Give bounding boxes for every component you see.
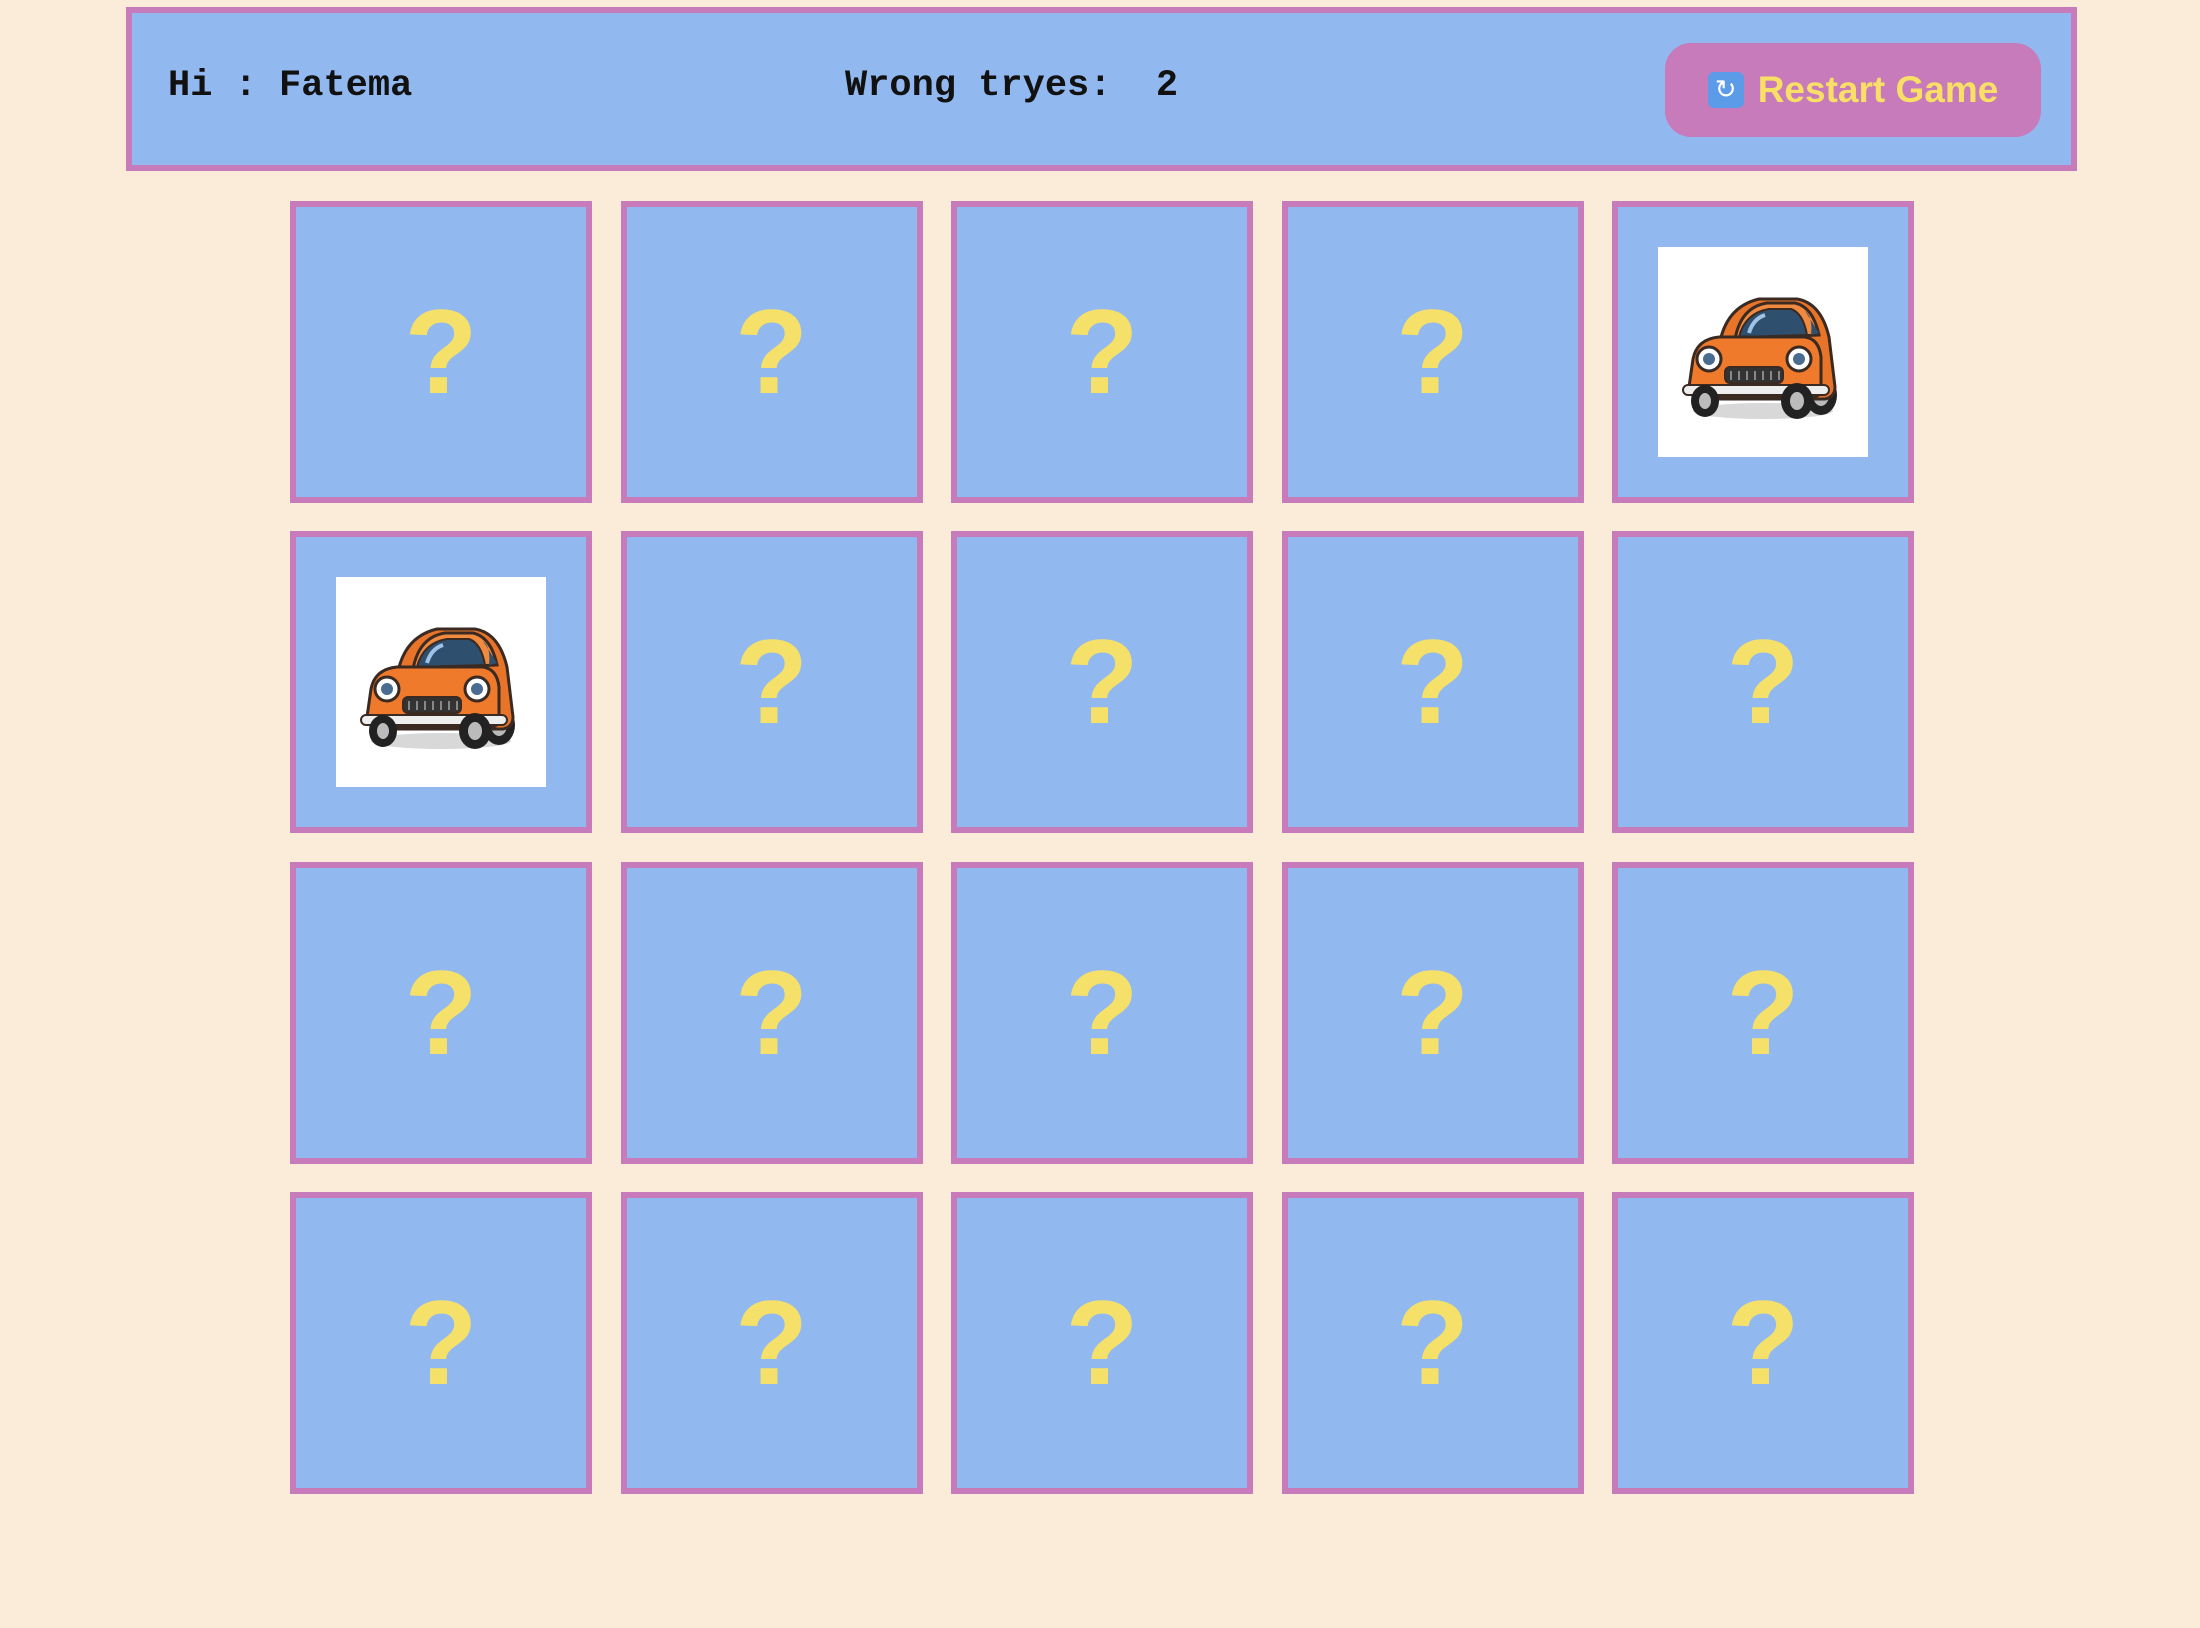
- memory-card-hidden[interactable]: ?: [1281, 1191, 1584, 1494]
- question-mark: ?: [1065, 285, 1139, 419]
- question-mark: ?: [1065, 615, 1139, 750]
- memory-card-hidden[interactable]: ?: [620, 861, 923, 1164]
- memory-card-hidden[interactable]: ?: [620, 201, 923, 503]
- question-mark: ?: [734, 285, 809, 419]
- question-mark: ?: [734, 1275, 809, 1410]
- memory-card-hidden[interactable]: ?: [951, 861, 1253, 1164]
- wrong-tries-count: 2: [1155, 65, 1179, 107]
- question-mark: ?: [1065, 1275, 1139, 1410]
- memory-card-hidden[interactable]: ?: [951, 201, 1253, 503]
- player-greeting: Hi : Fatema: [168, 65, 412, 107]
- question-mark: ?: [1065, 945, 1139, 1080]
- memory-card-revealed[interactable]: [290, 531, 592, 834]
- memory-card-hidden[interactable]: ?: [1281, 201, 1584, 503]
- question-mark: ?: [734, 945, 809, 1080]
- memory-card-hidden[interactable]: ?: [1281, 861, 1584, 1164]
- question-mark: ?: [1395, 1275, 1470, 1410]
- game-header: Hi : Fatema Wrong tryes: 2 ↻ Restart Gam…: [126, 7, 2077, 171]
- question-mark: ?: [1726, 1275, 1800, 1410]
- question-mark: ?: [734, 615, 809, 750]
- question-mark: ?: [1395, 945, 1470, 1080]
- memory-card-hidden[interactable]: ?: [290, 861, 592, 1164]
- memory-card-hidden[interactable]: ?: [290, 1191, 592, 1494]
- memory-card-hidden[interactable]: ?: [1612, 1191, 1914, 1494]
- memory-card-hidden[interactable]: ?: [1612, 861, 1914, 1164]
- memory-card-hidden[interactable]: ?: [951, 1191, 1253, 1494]
- memory-board: ???? ? ? ? ? ? ? ? ? ? ? ? ? ? ?: [290, 201, 1914, 1494]
- memory-card-hidden[interactable]: ?: [620, 531, 923, 834]
- question-mark: ?: [1395, 615, 1470, 750]
- restart-game-label: Restart Game: [1757, 69, 1999, 110]
- memory-card-hidden[interactable]: ?: [290, 201, 592, 503]
- wrong-tries-counter: Wrong tryes: 2: [845, 65, 1178, 107]
- memory-card-revealed[interactable]: [1612, 201, 1914, 503]
- question-mark: ?: [404, 1275, 478, 1410]
- refresh-icon: ↻: [1707, 72, 1744, 108]
- question-mark: ?: [1726, 945, 1800, 1080]
- car-icon: [336, 577, 546, 788]
- wrong-tries-label: Wrong tryes:: [845, 65, 1112, 107]
- question-mark: ?: [1726, 615, 1800, 750]
- question-mark: ?: [404, 945, 478, 1080]
- greeting-separator: :: [212, 65, 280, 107]
- memory-card-hidden[interactable]: ?: [1281, 531, 1584, 834]
- car-icon: [1658, 247, 1868, 457]
- restart-game-button[interactable]: ↻ Restart Game: [1665, 43, 2041, 137]
- memory-card-hidden[interactable]: ?: [620, 1191, 923, 1494]
- question-mark: ?: [404, 285, 478, 419]
- memory-card-hidden[interactable]: ?: [1612, 531, 1914, 834]
- question-mark: ?: [1395, 285, 1470, 419]
- player-name: Fatema: [279, 65, 413, 107]
- greeting-label: Hi: [168, 65, 213, 107]
- memory-card-hidden[interactable]: ?: [951, 531, 1253, 834]
